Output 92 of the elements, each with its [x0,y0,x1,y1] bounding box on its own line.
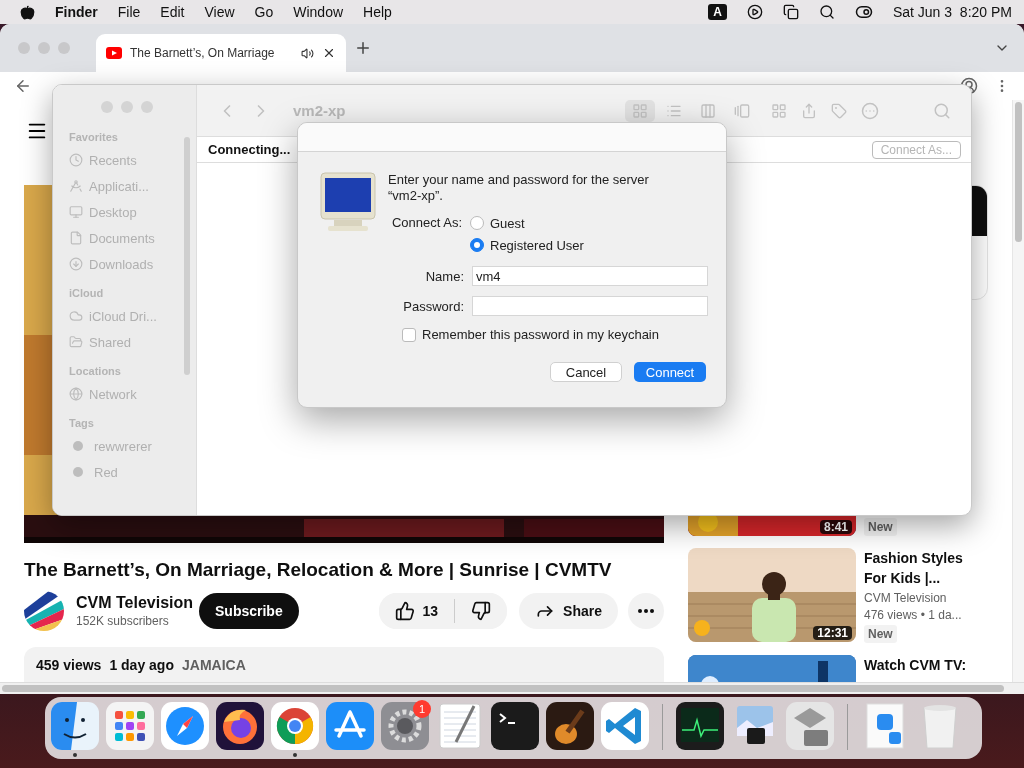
field-label: Password: [402,298,465,314]
gallery-icon [734,102,750,119]
app-grid-icon [106,702,154,750]
duration-label: 8:41 [819,520,852,534]
columns-icon [700,102,716,119]
new-badge: New [864,625,897,643]
window-title: vm2-xp [293,102,346,119]
close-icon[interactable] [322,46,336,60]
dock-item[interactable]: 1 [381,702,429,758]
windows-icon[interactable] [782,4,799,20]
sidebar-heading: Tags [69,417,95,429]
clock-icon [69,153,83,167]
menu-item[interactable]: File [117,4,141,20]
heartbeat-monitor-icon [676,702,724,750]
video-card-title[interactable]: Watch CVM TV: [864,655,986,675]
play-icon[interactable] [746,4,763,20]
menu-item[interactable]: Help [363,4,392,20]
dialog-message: Enter your name and password for the server “vm2-xp”. [388,172,650,204]
gear-icon [381,702,429,750]
video-title: The Barnett’s, On Marriage, Relocation & More | Sunrise | CVMTV [24,559,613,581]
video-card-title[interactable]: Fashion Styles For Kids |... [864,548,986,588]
radio-button[interactable] [470,238,484,252]
thumbs-up-icon [394,601,415,621]
grid-icon [632,102,648,119]
location-tag[interactable]: JAMAICA [182,657,246,673]
radio-button[interactable] [470,216,484,230]
field-label: Name: [424,268,465,284]
radio-option[interactable]: Registered User [470,236,584,254]
input-field[interactable] [472,296,708,316]
face-app-icon [51,702,99,750]
ribbon-icon [601,702,649,750]
browser-tab[interactable]: The Barnett’s, On Marriage [96,34,346,72]
compass-icon [161,702,209,750]
globe-icon [69,387,83,401]
more-button[interactable] [628,593,664,629]
duration-label: 12:31 [813,626,852,640]
drafting-compass-icon [69,179,83,193]
radio-option[interactable]: Guest [470,214,584,232]
upload-age: 1 day ago [109,657,174,673]
card-channel: CVM Television [864,591,948,605]
new-tab-icon[interactable] [354,39,372,57]
share-button[interactable]: Share [519,593,618,629]
dialog-button[interactable]: Cancel [550,362,622,382]
sidebar-scrollbar[interactable] [184,137,190,375]
sidebar-heading: Favorites [69,131,119,143]
connect-as-label: Connect As: [390,215,462,232]
description-box[interactable]: 459 views 1 day ago JAMAICA [24,647,664,682]
channel-name[interactable]: CVM Television [76,594,199,612]
menu-item[interactable]: Go [254,4,274,20]
folder-icon [69,335,83,349]
sidebar-heading: iCloud [69,287,105,299]
remember-checkbox-row[interactable]: Remember this password in my keychain [402,327,726,342]
notification-badge: 1 [413,700,431,718]
apple-icon[interactable] [20,4,35,20]
menu-clock[interactable]: Sat Jun 3 8:20 PM [892,4,1012,20]
input-source-badge[interactable]: A [708,4,727,20]
channel-avatar[interactable] [24,591,64,631]
menu-app-name[interactable]: Finder [55,4,98,20]
card-views: 476 views • 1 da... [864,608,963,622]
monitor-icon [320,172,378,232]
sidebar-heading: Locations [69,365,122,377]
control-center-icon[interactable] [854,3,873,21]
cloud-icon [69,309,83,323]
dock-item[interactable] [51,702,99,758]
terminal-icon [491,702,539,750]
more-icon [638,609,654,613]
horizontal-scrollbar[interactable] [0,682,1024,694]
thumbs-down-icon [471,601,492,621]
speaker-icon[interactable] [301,46,314,60]
menu-item[interactable]: Edit [160,4,185,20]
tag-dot [73,467,83,477]
vertical-scrollbar[interactable] [1012,100,1024,682]
dialog-button[interactable]: Connect [634,362,706,382]
checkbox[interactable] [402,327,416,342]
search-icon[interactable] [818,4,835,20]
subscriber-count: 152K subscribers [76,614,170,628]
monitor-icon [69,205,83,219]
icon-view-button[interactable] [625,99,655,122]
menu-item[interactable]: View [204,4,235,20]
fox-globe-icon [216,702,264,750]
connection-status: Connecting... [208,142,291,157]
view-count: 459 views [36,657,102,673]
play-logo-icon [106,47,122,59]
input-field[interactable]: vm4 [472,266,708,286]
menu-item[interactable]: Window [293,4,344,20]
tag-dot [73,441,83,451]
download-icon [69,257,83,271]
subscribe-button[interactable]: Subscribe [199,593,299,629]
back-icon[interactable] [14,77,32,95]
new-badge: New [864,518,897,536]
guitar-icon [546,702,594,750]
document-icon [69,231,83,245]
